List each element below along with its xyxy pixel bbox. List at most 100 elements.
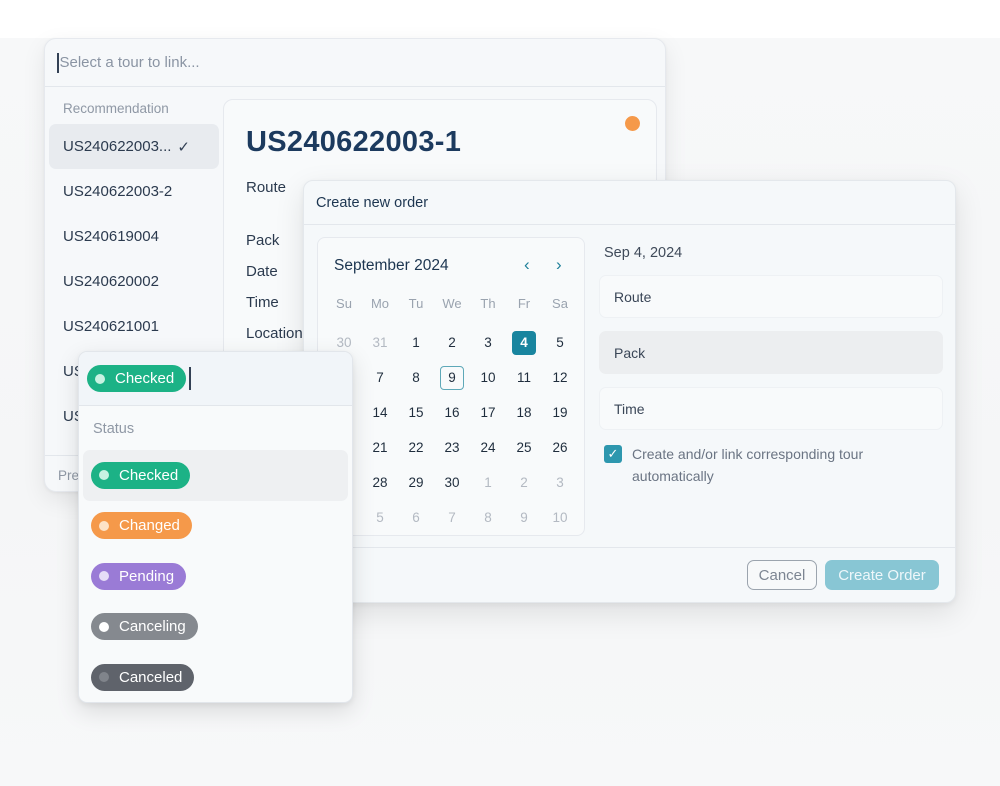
checkbox-checked-icon[interactable]: ✓ — [604, 445, 622, 463]
calendar-grid: SuMoTuWeThFrSa30311234567891011121314151… — [326, 290, 578, 535]
order-field-route[interactable]: Route — [599, 275, 943, 318]
status-dot-icon — [625, 116, 640, 131]
calendar-day[interactable]: 15 — [398, 395, 434, 430]
calendar-day-number: 9 — [520, 510, 528, 525]
calendar-day-number: 11 — [516, 370, 531, 385]
calendar-day[interactable]: 19 — [542, 395, 578, 430]
calendar-day[interactable]: 16 — [434, 395, 470, 430]
calendar-day-number: 10 — [552, 510, 568, 525]
calendar-day[interactable]: 2 — [506, 465, 542, 500]
weekday-label: Tu — [408, 295, 424, 311]
calendar-day[interactable]: 18 — [506, 395, 542, 430]
tour-list-item[interactable]: US240619004 — [49, 214, 219, 259]
calendar-day[interactable]: 28 — [362, 465, 398, 500]
weekday-label: Sa — [552, 295, 568, 311]
dialog-footer: Cancel Create Order — [304, 547, 955, 603]
tour-list-item-label: US240621001 — [63, 318, 159, 335]
status-pill-current[interactable]: Checked — [87, 365, 187, 392]
calendar-day[interactable]: 26 — [542, 430, 578, 465]
calendar-day-number: 8 — [484, 510, 492, 525]
calendar-day[interactable]: 11 — [506, 360, 542, 395]
status-option-canceling[interactable]: Canceling — [83, 602, 348, 653]
selected-date-label: Sep 4, 2024 — [604, 245, 683, 261]
create-order-dialog: Create new order September 2024 ‹ › Su Mo… — [303, 180, 956, 603]
calendar-day[interactable]: 10 — [542, 500, 578, 535]
calendar-day[interactable]: 21 — [362, 430, 398, 465]
calendar-day-number: 3 — [556, 475, 564, 490]
calendar-day[interactable]: 30 — [434, 465, 470, 500]
tour-search-input[interactable]: Select a tour to link... — [45, 39, 665, 87]
calendar-day[interactable]: 17 — [470, 395, 506, 430]
calendar-day[interactable]: 5 — [362, 500, 398, 535]
chevron-left-icon[interactable]: ‹ — [524, 255, 530, 275]
calendar-day[interactable]: 29 — [398, 465, 434, 500]
calendar-day[interactable]: 3 — [542, 465, 578, 500]
checkmark-icon: ✓ — [177, 138, 190, 156]
tour-title: US240622003-1 — [246, 126, 462, 158]
order-field-pack[interactable]: Pack — [599, 331, 943, 374]
auto-link-option[interactable]: ✓ Create and/or link corresponding tour … — [604, 443, 943, 487]
tour-list-item-label: US240622003... — [63, 138, 172, 155]
calendar-day[interactable]: 8 — [470, 500, 506, 535]
calendar-day[interactable]: 25 — [506, 430, 542, 465]
calendar-day-number: 3 — [484, 335, 492, 350]
calendar-day-number: 17 — [480, 405, 496, 420]
status-option-pending[interactable]: Pending — [83, 551, 348, 602]
weekday-label: Su — [336, 295, 352, 311]
calendar-day-number: 5 — [376, 510, 384, 525]
status-option-checked[interactable]: Checked — [83, 450, 348, 501]
list-heading: Recommendation — [63, 101, 169, 116]
calendar-day-number: 1 — [412, 335, 420, 350]
calendar: September 2024 ‹ › Su Mo Tu We Th Fr Sa 30 31 1 2 3… — [317, 237, 585, 536]
status-option-canceled[interactable]: Canceled — [83, 652, 348, 702]
calendar-day[interactable]: 5 — [542, 325, 578, 360]
status-input[interactable]: Checked — [79, 352, 352, 406]
calendar-day-number: 1 — [484, 475, 492, 490]
calendar-day[interactable]: 7 — [434, 500, 470, 535]
calendar-day-number: 26 — [552, 440, 568, 455]
status-option-changed[interactable]: Changed — [83, 501, 348, 552]
status-dot-icon — [99, 520, 109, 531]
calendar-day-number: 25 — [516, 440, 532, 455]
calendar-day[interactable]: 8 — [398, 360, 434, 395]
status-dot-icon — [99, 571, 109, 582]
status-pill: Pending — [91, 562, 187, 590]
calendar-day-number: 23 — [444, 440, 460, 455]
calendar-day[interactable]: 1 — [470, 465, 506, 500]
tour-list-item[interactable]: US240620002 — [49, 259, 219, 304]
calendar-day[interactable]: 31 — [362, 325, 398, 360]
order-field-time[interactable]: Time — [599, 387, 943, 430]
calendar-day-number: 2 — [520, 475, 528, 490]
tour-list-item-label: US240619004 — [63, 228, 159, 245]
calendar-day[interactable]: 9 — [506, 500, 542, 535]
create-order-button[interactable]: Create Order — [825, 560, 939, 590]
cancel-button[interactable]: Cancel — [747, 560, 817, 590]
calendar-day[interactable]: 10 — [470, 360, 506, 395]
calendar-day-selected[interactable]: 4 — [506, 325, 542, 360]
calendar-day[interactable]: 1 — [398, 325, 434, 360]
calendar-day[interactable]: 3 — [470, 325, 506, 360]
calendar-day[interactable]: 6 — [398, 500, 434, 535]
chevron-right-icon[interactable]: › — [556, 255, 562, 275]
calendar-day[interactable]: 24 — [470, 430, 506, 465]
calendar-day-number: 2 — [448, 335, 456, 350]
calendar-day[interactable]: 23 — [434, 430, 470, 465]
calendar-day[interactable]: 7 — [362, 360, 398, 395]
tour-list-item[interactable]: US240621001 — [49, 304, 219, 349]
tour-list-item[interactable]: US240622003-2 — [49, 169, 219, 214]
calendar-day-today[interactable]: 9 — [434, 360, 470, 395]
status-pill: Canceled — [91, 663, 195, 691]
auto-link-label: Create and/or link corresponding tour au… — [632, 446, 864, 484]
calendar-day-number: 29 — [408, 475, 424, 490]
calendar-day-number: 12 — [552, 370, 568, 385]
calendar-day[interactable]: 14 — [362, 395, 398, 430]
calendar-day[interactable]: 22 — [398, 430, 434, 465]
calendar-day[interactable]: 12 — [542, 360, 578, 395]
text-caret — [189, 367, 191, 390]
calendar-day[interactable]: 2 — [434, 325, 470, 360]
tour-search-placeholder: Select a tour to link... — [59, 54, 200, 71]
status-pill-label: Canceled — [119, 668, 183, 686]
tour-list-item[interactable]: US240622003... ✓ — [49, 124, 219, 169]
detail-field-location: Location — [246, 325, 303, 342]
calendar-day-number: 18 — [516, 405, 532, 420]
